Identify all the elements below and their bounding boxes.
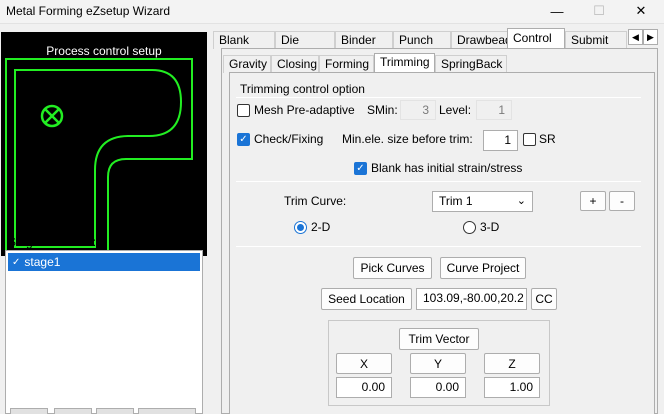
remove-trim-curve-button[interactable]: - xyxy=(609,191,635,211)
smin-field: 3 xyxy=(400,100,436,120)
trim-vector-button[interactable]: Trim Vector xyxy=(399,328,479,350)
cc-button[interactable]: CC xyxy=(531,288,557,310)
trim-curve-select[interactable]: Trim 1 ⌄ xyxy=(432,191,533,212)
chevron-right-icon: ▶ xyxy=(647,31,654,42)
min-element-size-input[interactable]: 1 xyxy=(483,130,518,151)
vector-y-input[interactable]: 0.00 xyxy=(410,377,466,398)
min-element-size-label: Min.ele. size before trim: xyxy=(342,132,473,146)
sub-tab-bar: Gravity Closing Forming Trimming SpringB… xyxy=(223,53,513,73)
vector-x-button[interactable]: X xyxy=(336,353,392,374)
stage-action-button-2[interactable] xyxy=(54,408,92,414)
stage-action-button-4[interactable] xyxy=(138,408,196,414)
check-icon: ✓ xyxy=(356,163,365,174)
tab-closing[interactable]: Closing xyxy=(271,55,319,73)
minimize-icon: — xyxy=(550,3,564,19)
tab-drawbead[interactable]: Drawbead xyxy=(451,31,512,49)
preview-title: Process control setup xyxy=(46,44,162,58)
tab-gravity[interactable]: Gravity xyxy=(223,55,271,73)
divider xyxy=(236,246,641,247)
initial-strain-label: Blank has initial strain/stress xyxy=(371,161,523,175)
section-title: Trimming control option xyxy=(240,82,365,96)
stage-item-label: stage1 xyxy=(24,255,61,269)
vector-x-input[interactable]: 0.00 xyxy=(336,377,392,398)
window-title: Metal Forming eZsetup Wizard xyxy=(6,4,171,18)
tab-submit[interactable]: Submit xyxy=(565,31,627,49)
tab-scroll-left-button[interactable]: ◀ xyxy=(628,29,643,45)
maximize-icon: ☐ xyxy=(593,3,605,18)
stage-definition-label: Stage Definition: xyxy=(8,235,97,249)
tab-scroll-right-button[interactable]: ▶ xyxy=(643,29,658,45)
stage-list-item[interactable]: ✓ stage1 xyxy=(8,253,200,271)
chevron-down-icon: ⌄ xyxy=(516,195,526,207)
radio-3d[interactable] xyxy=(463,221,476,234)
left-panel: Process control setup Stage Definition: … xyxy=(0,24,210,414)
chevron-left-icon: ◀ xyxy=(632,31,639,42)
vector-z-input[interactable]: 1.00 xyxy=(484,377,540,398)
vector-z-button[interactable]: Z xyxy=(484,353,540,374)
curve-project-button[interactable]: Curve Project xyxy=(440,257,526,279)
trim-curve-value: Trim 1 xyxy=(439,194,473,208)
add-trim-curve-button[interactable]: + xyxy=(580,191,606,211)
tab-binder[interactable]: Binder xyxy=(335,31,393,49)
tab-punch[interactable]: Punch xyxy=(393,31,451,49)
level-field: 1 xyxy=(476,100,512,120)
tab-trimming[interactable]: Trimming xyxy=(374,53,435,73)
close-button[interactable]: ✕ xyxy=(620,0,662,22)
tab-control[interactable]: Control xyxy=(507,28,565,50)
divider xyxy=(236,97,641,98)
level-label: Level: xyxy=(439,103,472,117)
pick-curves-button[interactable]: Pick Curves xyxy=(353,257,432,279)
part-outline-graphic xyxy=(5,58,193,256)
minimize-button[interactable]: — xyxy=(536,0,578,22)
trim-curve-label: Trim Curve: xyxy=(284,194,347,208)
stage-action-button-1[interactable] xyxy=(10,408,48,414)
check-fixing-checkbox[interactable]: ✓ xyxy=(237,133,250,146)
tab-die[interactable]: Die xyxy=(275,31,335,49)
stage-action-button-3[interactable] xyxy=(96,408,134,414)
radio-2d[interactable] xyxy=(294,221,307,234)
check-icon: ✓ xyxy=(239,134,248,145)
sr-checkbox[interactable] xyxy=(523,133,536,146)
main-tab-bar: Blank Die Binder Punch Drawbead Control … xyxy=(213,28,633,50)
radio-3d-label: 3-D xyxy=(480,220,500,234)
process-preview: Process control setup xyxy=(1,32,207,256)
seed-location-button[interactable]: Seed Location xyxy=(321,288,412,310)
title-bar: Metal Forming eZsetup Wizard — ☐ ✕ xyxy=(0,0,664,24)
check-fixing-label: Check/Fixing xyxy=(254,132,324,146)
mesh-preadaptive-label: Mesh Pre-adaptive xyxy=(254,103,355,117)
sr-label: SR xyxy=(539,132,556,146)
check-icon: ✓ xyxy=(12,256,21,268)
tab-blank[interactable]: Blank xyxy=(213,31,275,49)
tab-forming[interactable]: Forming xyxy=(319,55,374,73)
radio-2d-label: 2-D xyxy=(311,220,331,234)
maximize-button: ☐ xyxy=(578,0,620,22)
mesh-preadaptive-checkbox[interactable] xyxy=(237,104,250,117)
vector-y-button[interactable]: Y xyxy=(410,353,466,374)
stage-list[interactable]: ✓ stage1 xyxy=(5,250,203,414)
divider xyxy=(236,181,641,182)
smin-label: SMin: xyxy=(367,103,398,117)
initial-strain-checkbox[interactable]: ✓ xyxy=(354,162,367,175)
close-icon: ✕ xyxy=(635,3,647,18)
seed-location-input[interactable]: 103.09,-80.00,20.2 xyxy=(416,288,527,310)
tab-springback[interactable]: SpringBack xyxy=(435,55,507,73)
